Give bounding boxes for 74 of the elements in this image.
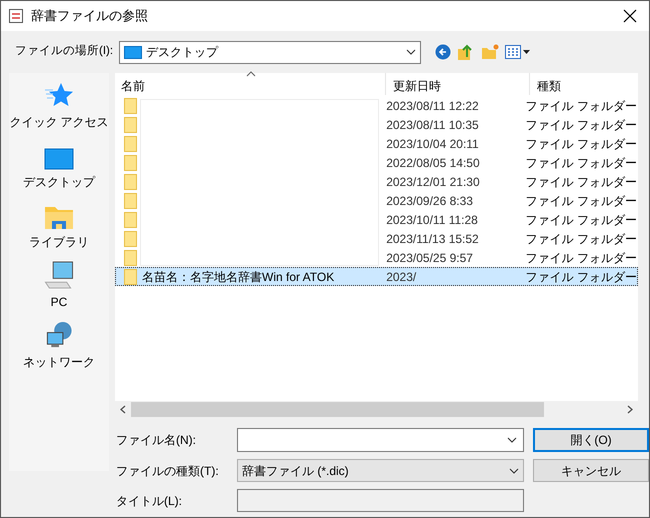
type-cell-text: ファイル フォルダー	[524, 192, 637, 210]
scroll-right-icon[interactable]	[627, 405, 633, 414]
column-header[interactable]: 種類	[530, 73, 638, 95]
file-row[interactable]: 名苗名：名字地名辞書Win for ATOK 2023/ ファイル フォルダー	[115, 267, 638, 286]
sidebar-item[interactable]: デスクトップ	[23, 141, 95, 191]
file-row[interactable]: 2023/12/01 21:30 ファイル フォルダー	[115, 172, 638, 191]
file-row[interactable]: 2023/08/11 12:22 ファイル フォルダー	[115, 96, 638, 115]
network-icon	[44, 321, 74, 350]
title-label: タイトル(L):	[116, 492, 183, 510]
sidebar-item[interactable]: PC	[44, 261, 74, 311]
file-type-label: ファイルの種類(T):	[116, 462, 220, 480]
folder-icon	[124, 116, 137, 132]
chevron-down-icon	[509, 468, 519, 474]
sidebar-item[interactable]: ライブラリ	[29, 201, 89, 251]
date-cell-text: 2023/11/13 15:52	[385, 230, 480, 248]
cancel-button[interactable]: キャンセル	[533, 459, 649, 482]
date-cell-text: 2023/08/11 10:35	[385, 116, 480, 134]
monitor-icon	[44, 148, 74, 170]
type-cell-text: ファイル フォルダー	[524, 250, 637, 266]
computer-icon	[44, 261, 74, 290]
folder-icon	[124, 136, 137, 152]
location-dropdown[interactable]: デスクトップ	[119, 40, 421, 64]
sort-ascending-icon	[246, 71, 256, 77]
folder-icon	[44, 204, 74, 230]
file-row[interactable]: 2023/10/04 20:11 ファイル フォルダー	[115, 134, 638, 153]
file-row[interactable]: 2023/08/11 10:35 ファイル フォルダー	[115, 115, 638, 134]
window-title: 辞書ファイルの参照	[31, 7, 148, 26]
monitor-icon	[124, 46, 142, 58]
date-cell-text: 2023/05/25 9:57	[385, 250, 474, 266]
date-cell-text: 2023/10/04 20:11	[385, 136, 480, 152]
folder-icon	[124, 212, 137, 228]
type-cell-text: ファイル フォルダー	[524, 154, 637, 172]
file-type-dropdown[interactable]: 辞書ファイル (*.dic)	[237, 459, 524, 482]
chevron-down-icon	[406, 49, 416, 55]
type-cell-text: ファイル フォルダー	[524, 136, 637, 152]
file-row[interactable]: 2023/11/13 15:52 ファイル フォルダー	[115, 229, 638, 248]
date-cell-text: 2023/	[385, 268, 418, 286]
sidebar-item[interactable]: クイック アクセス	[9, 81, 109, 131]
type-cell-text: ファイル フォルダー	[524, 268, 637, 286]
folder-icon	[124, 192, 137, 208]
sidebar-item[interactable]: ネットワーク	[23, 321, 95, 371]
date-cell-text: 2023/10/11 11:28	[385, 212, 479, 228]
folder-icon	[124, 250, 137, 266]
file-row[interactable]: 2022/08/05 14:50 ファイル フォルダー	[115, 153, 638, 172]
file-name-field[interactable]	[237, 428, 524, 452]
open-button[interactable]: 開く(O)	[533, 428, 649, 452]
type-cell-text: ファイル フォルダー	[524, 98, 637, 114]
folder-icon	[124, 230, 137, 246]
close-icon[interactable]	[623, 9, 637, 23]
date-cell-text: 2023/09/26 8:33	[385, 192, 474, 210]
date-cell-text: 2023/08/11 12:22	[385, 98, 480, 114]
view-menu-icon[interactable]	[505, 44, 531, 60]
file-name-label: ファイル名(N):	[116, 432, 197, 449]
type-cell-text: ファイル フォルダー	[524, 212, 637, 228]
file-row[interactable]: 2023/05/25 9:57 ファイル フォルダー	[115, 248, 638, 267]
location-label: ファイルの場所(I):	[15, 44, 114, 60]
folder-icon	[124, 268, 137, 284]
type-cell-text: ファイル フォルダー	[524, 230, 637, 248]
scroll-left-icon[interactable]	[120, 405, 126, 414]
folder-icon	[124, 174, 137, 190]
type-cell-text: ファイル フォルダー	[524, 116, 637, 134]
chevron-down-icon	[507, 437, 517, 443]
type-cell-text: ファイル フォルダー	[524, 174, 637, 190]
column-header[interactable]: 更新日時	[386, 73, 530, 95]
folder-icon	[124, 98, 137, 114]
date-cell-text: 2022/08/05 14:50	[385, 154, 481, 172]
column-header[interactable]: 名前	[115, 73, 386, 95]
file-row[interactable]: 2023/09/26 8:33 ファイル フォルダー	[115, 191, 638, 210]
file-name: 名苗名：名字地名辞書Win for ATOK	[142, 268, 334, 286]
file-row[interactable]: 2023/10/11 11:28 ファイル フォルダー	[115, 210, 638, 229]
folder-icon	[124, 154, 137, 170]
app-icon	[9, 9, 23, 23]
date-cell-text: 2023/12/01 21:30	[385, 174, 481, 190]
scrollbar-thumb[interactable]	[131, 402, 544, 417]
